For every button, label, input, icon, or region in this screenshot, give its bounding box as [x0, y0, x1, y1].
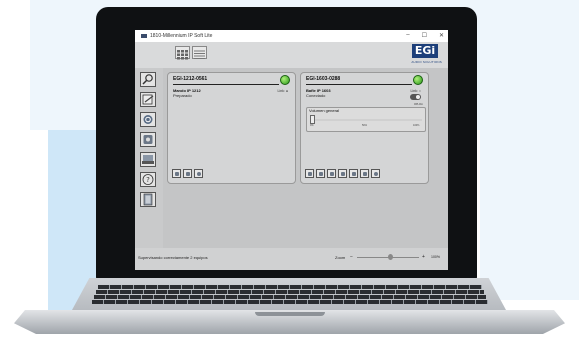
refresh-icon	[143, 115, 153, 124]
edit-icon	[142, 94, 154, 105]
device-button[interactable]	[172, 169, 181, 178]
device-card[interactable]: EGI-1212-0561 Mando IP 1212 Preparado Li…	[167, 72, 296, 184]
device-card[interactable]: EGI-1603-0288 Bafle IP 1603 Conectado Li…	[300, 72, 429, 184]
link-indicator: Link: ●	[277, 89, 288, 93]
divider	[173, 84, 279, 85]
search-button[interactable]	[140, 72, 156, 87]
config-button[interactable]	[360, 169, 369, 178]
volume-scale	[310, 119, 422, 121]
key-row	[94, 295, 486, 299]
refresh-button[interactable]	[140, 112, 156, 127]
zoom-out-button[interactable]: −	[350, 254, 353, 260]
grid-view-icon	[177, 50, 188, 60]
card-help-button[interactable]	[371, 169, 380, 178]
title-bar: 1810-Millennium IP Soft Lite – ☐ ✕	[135, 30, 448, 42]
status-led-icon	[413, 75, 423, 85]
zoom-in-button[interactable]: +	[422, 254, 425, 260]
tick-label: 0%	[310, 124, 314, 127]
config-icon	[363, 172, 367, 176]
device-status: Preparado	[173, 93, 192, 98]
devices-area: EGI-1212-0561 Mando IP 1212 Preparado Li…	[163, 68, 448, 248]
card-toolbar	[305, 169, 380, 178]
link-button[interactable]	[316, 169, 325, 178]
mixer-icon	[341, 172, 345, 176]
eq-icon	[330, 172, 334, 176]
settings-icon	[143, 135, 153, 144]
effects-icon	[352, 172, 356, 176]
app-window: 1810-Millennium IP Soft Lite – ☐ ✕ EGi A…	[135, 30, 448, 270]
eq-button[interactable]	[327, 169, 336, 178]
volume-group: Volumen general 0% 50% 100%	[306, 107, 426, 132]
logo-subtitle: AUDIO SOLUTIONS	[411, 60, 442, 64]
list-view-icon	[194, 50, 205, 59]
link-icon	[319, 172, 323, 176]
zoom-value: 100%	[431, 255, 440, 259]
device-button[interactable]	[305, 169, 314, 178]
svg-text:?: ?	[146, 176, 150, 184]
key-row	[92, 300, 488, 304]
device-id: EGI-1603-0288	[306, 76, 341, 82]
status-bar: Supervisando correctamente 2 equipos Zoo…	[135, 248, 448, 270]
toolbar: EGi AUDIO SOLUTIONS	[135, 42, 448, 68]
export-button[interactable]	[140, 152, 156, 167]
tick-label: 100%	[413, 124, 420, 127]
minimize-button[interactable]: –	[406, 32, 409, 39]
link-icon	[186, 172, 190, 176]
help-icon: ?	[142, 174, 154, 185]
search-icon	[142, 74, 153, 85]
help-button[interactable]: ?	[140, 172, 156, 187]
keyboard	[92, 284, 488, 308]
close-button[interactable]: ✕	[439, 32, 444, 39]
device-id: EGI-1212-0561	[173, 76, 208, 82]
sidebar: ?	[135, 68, 163, 248]
power-toggle[interactable]	[410, 94, 421, 100]
toggle-label: Off-On	[414, 102, 423, 106]
card-toolbar	[172, 169, 203, 178]
help-icon	[374, 172, 378, 176]
list-view-button[interactable]	[192, 46, 207, 59]
export-icon	[142, 155, 154, 164]
exit-button[interactable]	[140, 192, 156, 207]
settings-button[interactable]	[140, 132, 156, 147]
link-button[interactable]	[183, 169, 192, 178]
card-help-button[interactable]	[194, 169, 203, 178]
edit-button[interactable]	[140, 92, 156, 107]
status-message: Supervisando correctamente 2 equipos	[138, 255, 208, 260]
device-icon	[308, 172, 312, 176]
toggle-knob	[416, 95, 420, 99]
laptop-notch	[255, 312, 325, 316]
volume-slider[interactable]	[310, 115, 422, 124]
logo-mark: EGi	[412, 44, 438, 58]
maximize-button[interactable]: ☐	[422, 32, 427, 39]
egi-logo: EGi AUDIO SOLUTIONS	[408, 44, 442, 66]
window-controls: – ☐ ✕	[406, 32, 444, 39]
volume-label: Volumen general	[309, 108, 340, 113]
tick-label: 50%	[362, 124, 368, 127]
background-panel-right	[480, 80, 579, 300]
link-indicator: Link: ○	[410, 89, 421, 93]
divider	[306, 84, 412, 85]
device-status: Conectado	[306, 93, 326, 98]
window-title: 1810-Millennium IP Soft Lite	[150, 33, 213, 39]
status-led-icon	[280, 75, 290, 85]
volume-thumb[interactable]	[310, 115, 315, 124]
app-icon	[141, 34, 147, 38]
zoom-thumb[interactable]	[388, 254, 393, 260]
grid-view-button[interactable]	[175, 46, 190, 60]
key-row	[96, 290, 484, 294]
mixer-button[interactable]	[338, 169, 347, 178]
door-icon	[143, 193, 153, 206]
effects-button[interactable]	[349, 169, 358, 178]
key-row	[98, 285, 482, 289]
device-icon	[175, 172, 179, 176]
help-icon	[197, 172, 201, 176]
zoom-label: Zoom	[335, 255, 346, 260]
